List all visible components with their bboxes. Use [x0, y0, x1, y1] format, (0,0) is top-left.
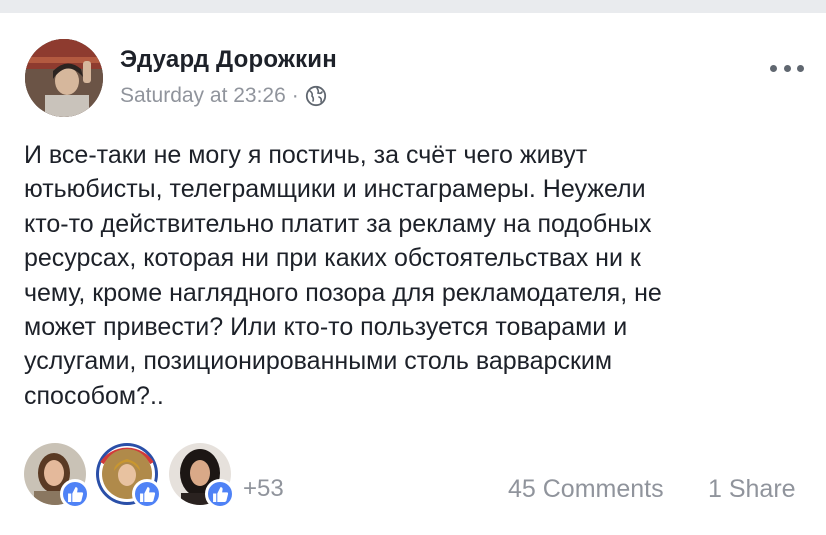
post-meta: Saturday at 23:26 ·	[120, 83, 327, 109]
more-dot	[770, 64, 777, 72]
globe-icon[interactable]	[305, 85, 327, 107]
reactor-avatar[interactable]	[96, 443, 162, 509]
shares-count[interactable]: 1 Share	[708, 475, 796, 504]
more-dot	[783, 64, 791, 72]
meta-separator: ·	[291, 84, 299, 107]
more-options-icon[interactable]	[770, 63, 804, 73]
reactor-avatar[interactable]	[24, 443, 90, 509]
reactor-avatar[interactable]	[169, 443, 235, 509]
comments-count[interactable]: 45 Comments	[508, 475, 664, 504]
post-card: Эдуард Дорожкин Saturday at 23:26 · И вс…	[0, 13, 826, 535]
post-body: И все-таки не могу я постичь, за счёт че…	[24, 141, 662, 410]
author-avatar[interactable]	[25, 39, 103, 117]
reactions-count[interactable]: +53	[243, 475, 284, 503]
like-icon	[132, 479, 162, 509]
like-icon	[60, 479, 90, 509]
post-timestamp[interactable]: Saturday at 23:26	[120, 84, 286, 108]
author-name[interactable]: Эдуард Дорожкин	[120, 46, 337, 74]
like-icon	[205, 479, 235, 509]
more-dot	[797, 64, 804, 72]
